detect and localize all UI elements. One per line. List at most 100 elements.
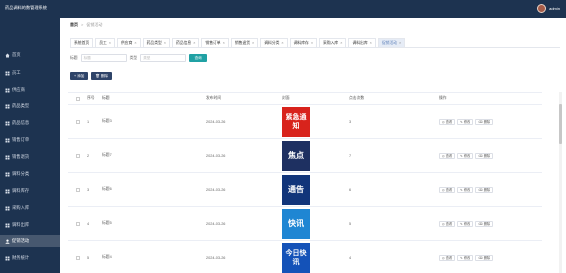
- eye-icon: ◎: [442, 255, 445, 260]
- view-button[interactable]: ◎ 查看: [439, 152, 456, 159]
- row-actions: ◎ 查看 ✎ 修改 ⌫ 删除: [439, 118, 542, 125]
- sidebar-item[interactable]: 药品信息: [0, 117, 60, 129]
- tab[interactable]: 促销活动 ×: [377, 38, 406, 47]
- select-all-checkbox[interactable]: [75, 96, 80, 101]
- tab[interactable]: 采购入库 ×: [319, 38, 347, 47]
- op-label: 删除: [483, 154, 491, 158]
- avatar[interactable]: [537, 4, 547, 13]
- row-actions: ◎ 查看 ✎ 修改 ⌫ 删除: [439, 186, 542, 193]
- table-row: 5 标题4 2024-03-26 今日快讯 4 ◎ 查看 ✎ 修改 ⌫ 删除: [68, 241, 542, 273]
- edit-icon: ✎: [460, 255, 463, 260]
- tab[interactable]: 系统首页: [70, 38, 94, 47]
- tab[interactable]: 员工 ×: [95, 38, 115, 47]
- row-checkbox[interactable]: [75, 255, 80, 260]
- grid-icon: [5, 88, 10, 93]
- delete-button[interactable]: 🗑 删除: [91, 72, 113, 80]
- edit-button[interactable]: ✎ 修改: [457, 152, 474, 159]
- close-icon[interactable]: ×: [370, 41, 372, 45]
- close-icon[interactable]: ×: [252, 41, 254, 45]
- sidebar-item[interactable]: 销售订单: [0, 134, 60, 146]
- sidebar-item[interactable]: 财务统计: [0, 252, 60, 264]
- grid-icon: [5, 71, 10, 76]
- tab[interactable]: 药品类型 ×: [142, 38, 171, 47]
- sidebar-item[interactable]: 调料库存: [0, 185, 60, 197]
- close-icon[interactable]: ×: [399, 41, 401, 45]
- tab[interactable]: 调料分类 ×: [260, 38, 288, 47]
- sidebar-item[interactable]: 员工: [0, 67, 60, 79]
- tab-label: 调料分类: [264, 40, 280, 45]
- tab[interactable]: 销售退货 ×: [230, 38, 259, 47]
- row-picture-cell: 紧急通知: [282, 106, 349, 137]
- breadcrumb-home[interactable]: 首页: [70, 22, 78, 28]
- op-label: 修改: [463, 222, 471, 226]
- row-index: 2: [87, 153, 90, 158]
- op-label: 查看: [445, 188, 453, 192]
- sidebar-item[interactable]: 调料出库: [0, 219, 60, 231]
- home-icon: [5, 53, 10, 58]
- header-clicks[interactable]: 点击次数: [349, 96, 439, 101]
- tab[interactable]: 药品信息 ×: [172, 38, 200, 47]
- add-button[interactable]: + 添加: [70, 72, 89, 80]
- close-icon[interactable]: ×: [109, 41, 111, 45]
- view-button[interactable]: ◎ 查看: [439, 254, 456, 261]
- username[interactable]: admin: [549, 6, 560, 11]
- row-delete-button[interactable]: ⌫ 删除: [475, 220, 494, 227]
- edit-button[interactable]: ✎ 修改: [457, 118, 474, 125]
- close-icon[interactable]: ×: [311, 41, 313, 45]
- sidebar-item[interactable]: 采购入库: [0, 202, 60, 214]
- row-select-cell: [68, 153, 87, 158]
- tab[interactable]: 销售订单 ×: [201, 38, 229, 47]
- row-delete-button[interactable]: ⌫ 删除: [475, 186, 494, 193]
- view-button[interactable]: ◎ 查看: [439, 186, 456, 193]
- row-delete-button[interactable]: ⌫ 删除: [475, 118, 494, 125]
- close-icon[interactable]: ×: [281, 41, 283, 45]
- tab[interactable]: 调料出库 ×: [348, 38, 376, 47]
- sidebar-item[interactable]: 首页: [0, 49, 60, 61]
- close-icon[interactable]: ×: [134, 41, 136, 45]
- tab[interactable]: 调料库存 ×: [289, 38, 318, 47]
- view-button[interactable]: ◎ 查看: [439, 220, 456, 227]
- edit-button[interactable]: ✎ 修改: [457, 254, 474, 261]
- sidebar-item-label: 供应商: [12, 87, 25, 92]
- edit-button[interactable]: ✎ 修改: [457, 220, 474, 227]
- cover-image: 紧急通知: [282, 106, 310, 137]
- tab[interactable]: 供应商 ×: [117, 38, 141, 47]
- add-button-label: 添加: [77, 73, 85, 78]
- row-clicks: 3: [349, 119, 352, 124]
- title-filter-input[interactable]: 标题: [80, 54, 127, 62]
- row-delete-button[interactable]: ⌫ 删除: [475, 152, 494, 159]
- row-checkbox[interactable]: [75, 187, 80, 192]
- header-date[interactable]: 发布时间: [206, 96, 282, 101]
- header-title[interactable]: 标题: [102, 96, 206, 101]
- view-button[interactable]: ◎ 查看: [439, 118, 456, 125]
- sidebar-item[interactable]: 供应商: [0, 84, 60, 96]
- scrollbar-thumb[interactable]: [559, 104, 562, 144]
- sidebar-item[interactable]: 促销活动: [0, 235, 60, 247]
- row-date: 2024-03-26: [206, 187, 226, 192]
- close-icon[interactable]: ×: [193, 41, 195, 45]
- row-checkbox[interactable]: [75, 119, 80, 124]
- sidebar-item[interactable]: 销售退货: [0, 151, 60, 163]
- edit-button[interactable]: ✎ 修改: [457, 186, 474, 193]
- row-select-cell: [68, 187, 87, 192]
- close-icon[interactable]: ×: [340, 41, 342, 45]
- row-checkbox[interactable]: [75, 153, 80, 158]
- row-select-cell: [68, 255, 87, 260]
- sidebar-item[interactable]: 调料分类: [0, 168, 60, 180]
- sidebar-item-label: 首页: [12, 52, 21, 57]
- row-checkbox[interactable]: [75, 221, 80, 226]
- close-icon[interactable]: ×: [223, 41, 225, 45]
- edit-icon: ✎: [460, 119, 463, 124]
- op-label: 修改: [463, 188, 471, 192]
- close-icon[interactable]: ×: [164, 41, 166, 45]
- search-form: 标题 标题 类型 类型 查询: [70, 54, 208, 62]
- search-button[interactable]: 查询: [189, 54, 208, 62]
- user-menu[interactable]: admin: [537, 4, 560, 13]
- sidebar-item-label: 员工: [12, 70, 21, 75]
- app-title: 药品调料的数管理系统: [5, 5, 47, 10]
- op-label: 查看: [445, 120, 453, 124]
- sidebar-item[interactable]: 药品类型: [0, 100, 60, 112]
- row-delete-button[interactable]: ⌫ 删除: [475, 254, 494, 261]
- tab-label: 员工: [99, 40, 107, 45]
- type-filter-input[interactable]: 类型: [140, 54, 187, 62]
